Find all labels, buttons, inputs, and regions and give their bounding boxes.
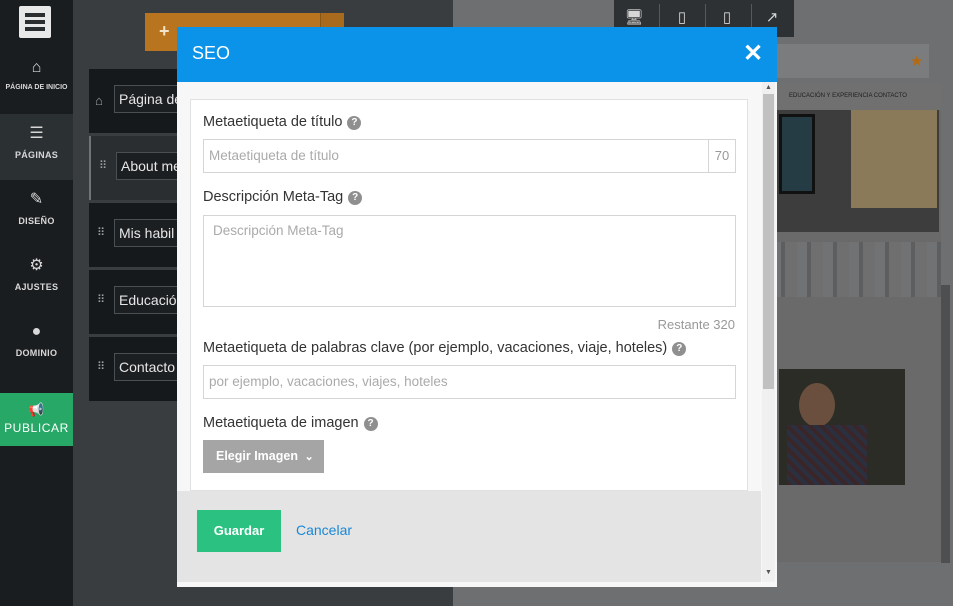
cancel-link[interactable]: Cancelar (296, 522, 352, 538)
character-counter: 70 (708, 140, 735, 172)
help-icon[interactable]: ? (347, 116, 362, 130)
remaining-counter: Restante 320 (657, 317, 735, 332)
preview-scrollbar[interactable] (941, 285, 950, 563)
preview-nav: EDUCACIÓN Y EXPERIENCIA CONTACTO (771, 82, 941, 110)
title-tag-input[interactable]: Metaetiqueta de título 70 (203, 139, 736, 173)
help-icon[interactable]: ? (363, 417, 378, 431)
scroll-thumb[interactable] (763, 94, 774, 389)
preview-hero-image (773, 110, 939, 232)
help-icon[interactable]: ? (348, 191, 363, 205)
desktop-icon[interactable]: 🖥 (624, 8, 644, 28)
keywords-label: Metaetiqueta de palabras clave (por ejem… (203, 340, 687, 356)
globe-icon: ● (31, 323, 42, 340)
image-tag-label: Metaetiqueta de imagen? (203, 415, 378, 431)
gear-icon: ⚙ (29, 257, 44, 274)
save-button[interactable]: Guardar (197, 510, 281, 552)
sidebar-item-settings[interactable]: ⚙ AJUSTES (0, 246, 73, 312)
menu-logo-icon[interactable] (19, 6, 51, 38)
home-icon: ⌂ (95, 93, 103, 108)
pages-icon: ☰ (29, 125, 44, 142)
chevron-down-icon: ⌄ (304, 451, 314, 463)
sidebar-item-design[interactable]: ✎ DISEÑO (0, 180, 73, 246)
description-textarea[interactable]: Descripción Meta-Tag (203, 215, 736, 307)
brush-icon: ✎ (29, 191, 44, 208)
drag-handle-icon[interactable]: ⠿ (97, 295, 105, 306)
preview-portrait-image (779, 369, 905, 485)
modal-scrollbar[interactable]: ▲ ▼ (762, 82, 775, 582)
description-label: Descripción Meta-Tag? (203, 189, 363, 205)
drag-handle-icon[interactable]: ⠿ (99, 161, 107, 172)
sidebar-item-domain[interactable]: ● DOMINIO (0, 312, 73, 378)
modal-footer: Guardar Cancelar (177, 491, 761, 582)
drag-handle-icon[interactable]: ⠿ (97, 362, 105, 373)
sidebar-item-home[interactable]: ⌂ PÁGINA DE INICIO (0, 48, 73, 114)
close-icon[interactable]: ✕ (743, 42, 763, 66)
drag-handle-icon[interactable]: ⠿ (97, 228, 105, 239)
seo-form: Metaetiqueta de título? Metaetiqueta de … (190, 99, 748, 491)
preview-address-bar (777, 44, 929, 78)
modal-body: Metaetiqueta de título? Metaetiqueta de … (177, 82, 777, 587)
preview-pattern-image (771, 242, 941, 297)
seo-modal: SEO ✕ Metaetiqueta de título? Metaetique… (177, 27, 777, 587)
choose-image-button[interactable]: Elegir Imagen ⌄ (203, 440, 324, 473)
external-link-icon[interactable]: ↗ (762, 8, 782, 28)
tablet-icon[interactable]: ▯ (672, 8, 692, 28)
publish-button[interactable]: 📢 PUBLICAR (0, 393, 73, 446)
star-icon[interactable]: ★ (910, 52, 923, 70)
keywords-input[interactable]: por ejemplo, vacaciones, viajes, hoteles (203, 365, 736, 399)
sidebar-item-pages[interactable]: ☰ PÁGINAS (0, 114, 73, 180)
title-tag-label: Metaetiqueta de título? (203, 114, 362, 130)
home-icon: ⌂ (31, 59, 42, 76)
preview-page: EDUCACIÓN Y EXPERIENCIA CONTACTO (771, 82, 941, 562)
mobile-icon[interactable]: ▯ (717, 8, 737, 28)
scroll-up-icon[interactable]: ▲ (765, 84, 772, 91)
plus-icon: + (159, 21, 170, 41)
scroll-down-icon[interactable]: ▼ (765, 569, 772, 576)
left-sidebar: ⌂ PÁGINA DE INICIO ☰ PÁGINAS ✎ DISEÑO ⚙ … (0, 0, 73, 606)
megaphone-icon: 📢 (28, 402, 45, 417)
modal-title: SEO (192, 43, 231, 63)
modal-header: SEO ✕ (177, 27, 777, 82)
help-icon[interactable]: ? (672, 342, 687, 356)
